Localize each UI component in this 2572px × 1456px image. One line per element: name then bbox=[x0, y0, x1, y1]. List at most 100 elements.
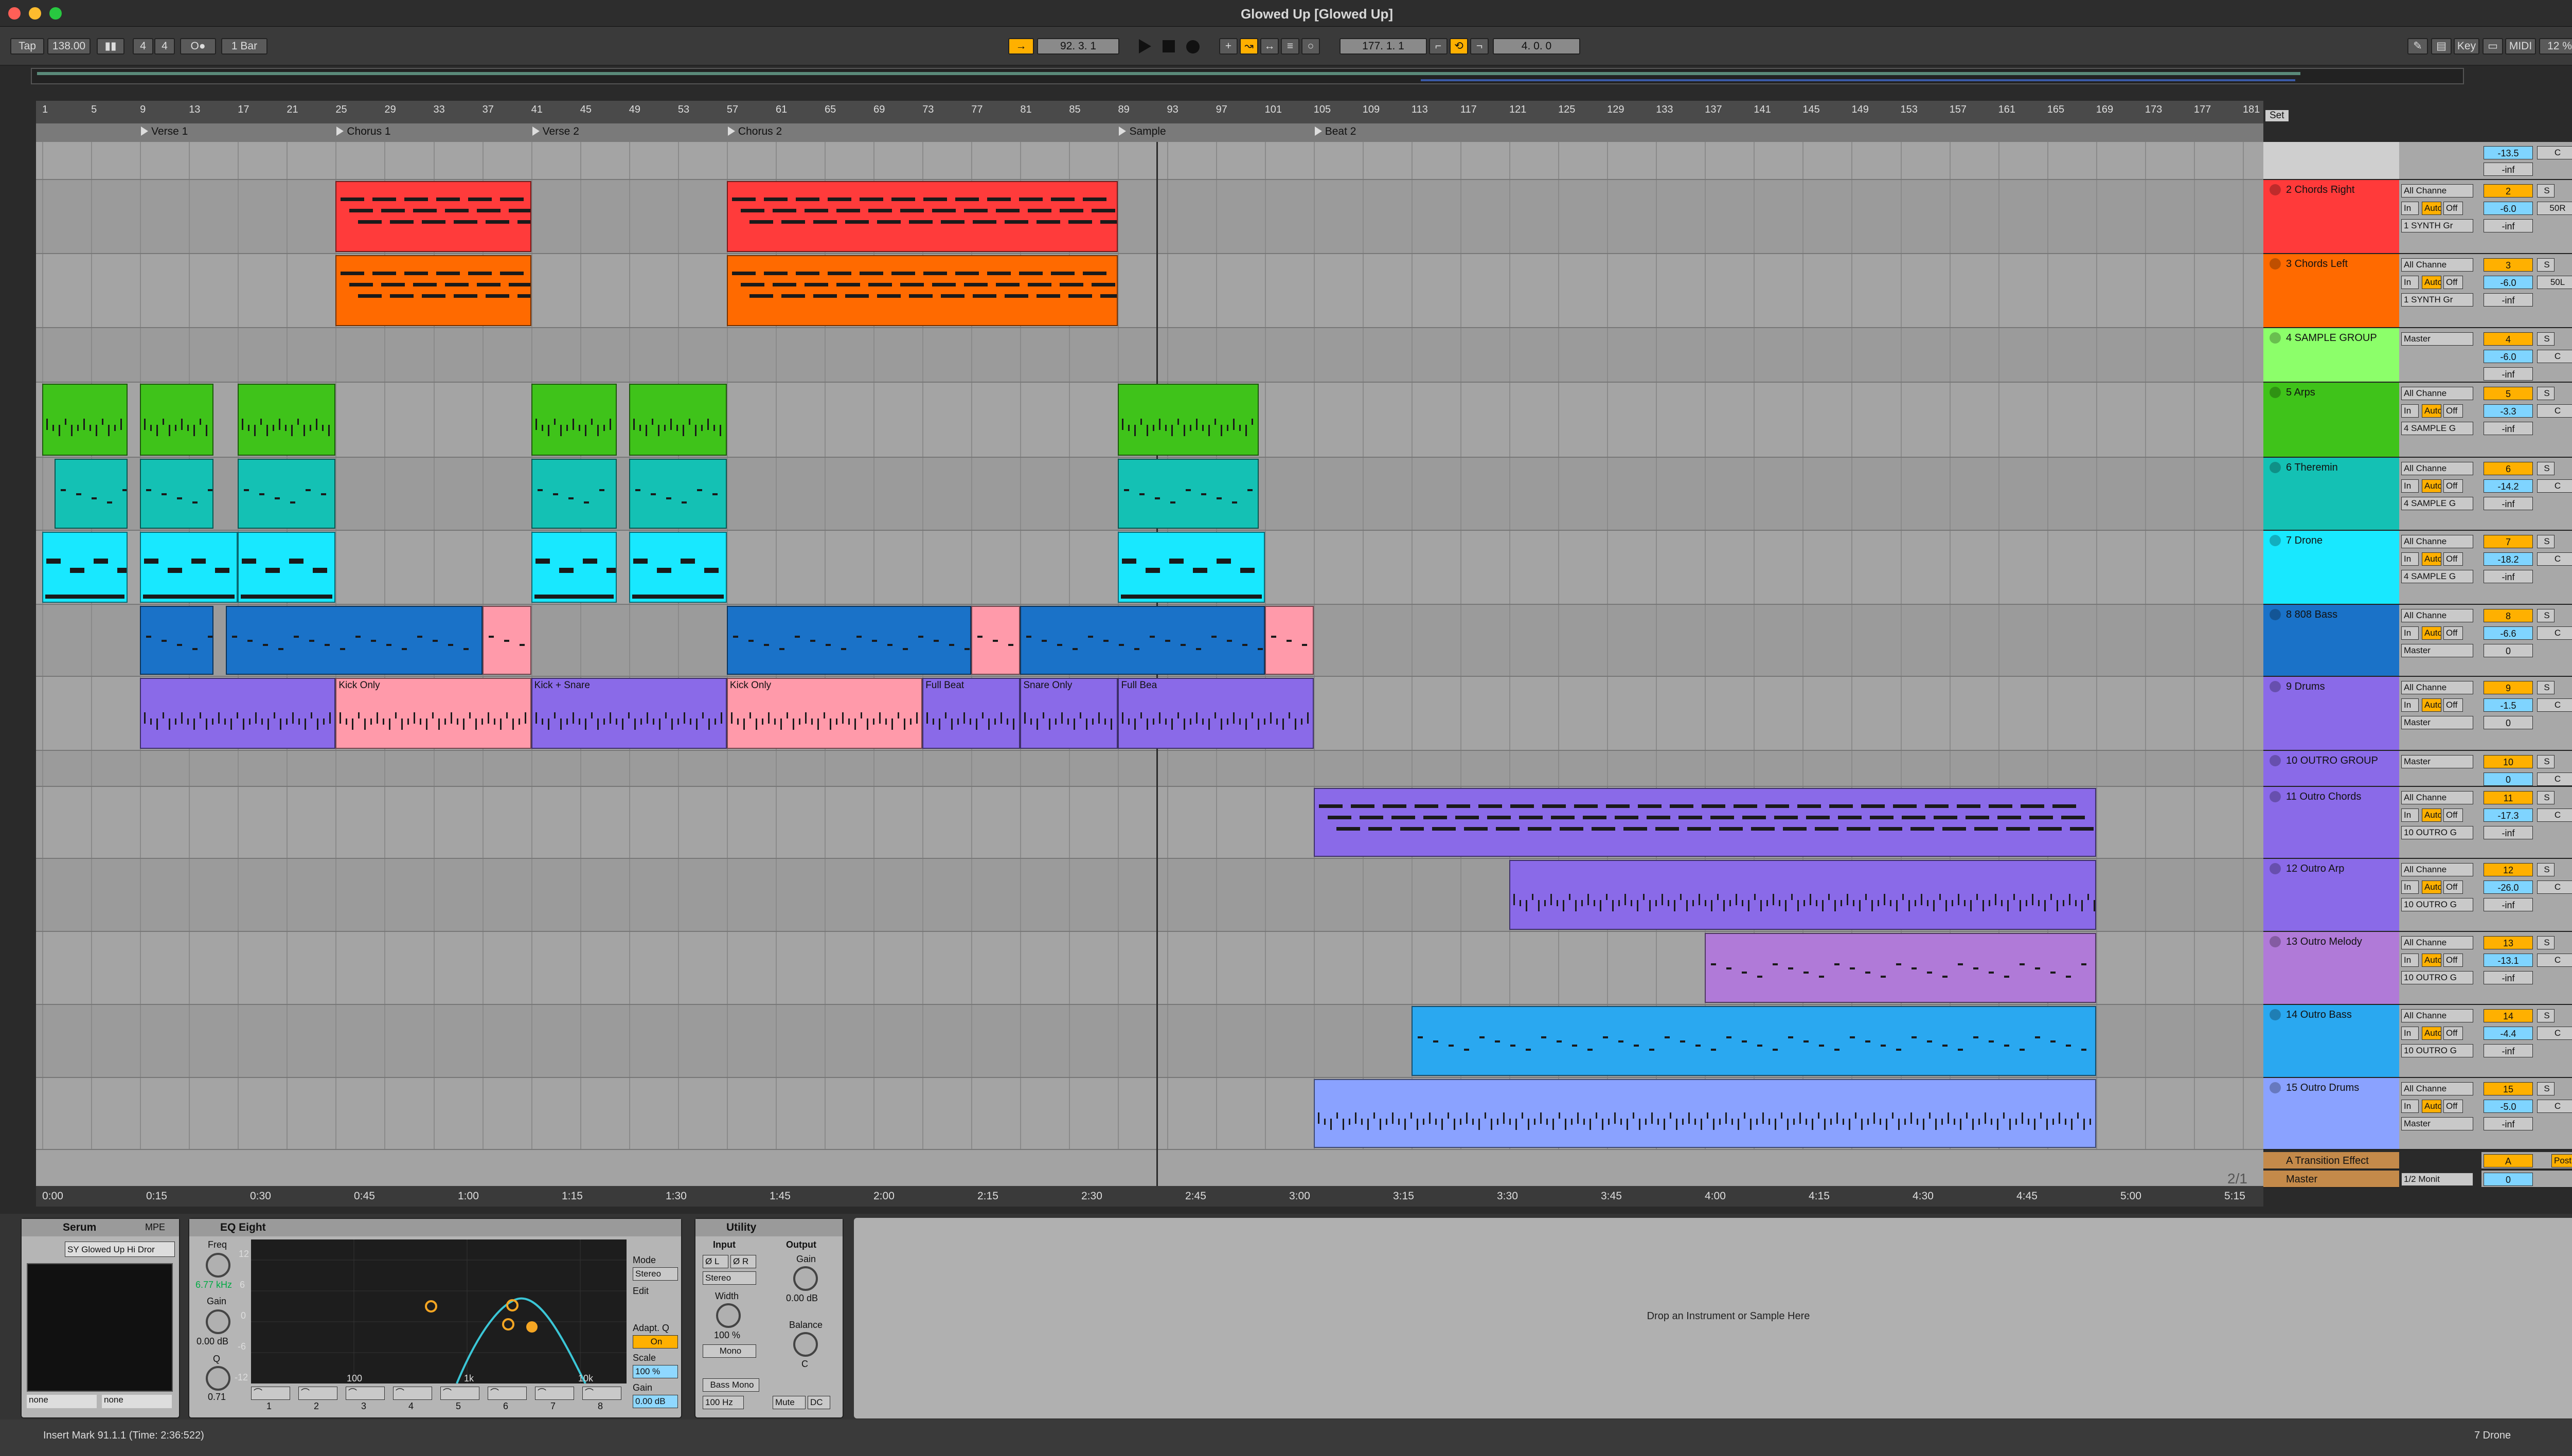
track-header[interactable]: 13 Outro Melody bbox=[2263, 932, 2399, 1005]
track-activator-button[interactable]: 2 bbox=[2484, 184, 2533, 197]
track-header[interactable]: 12 Outro Arp bbox=[2263, 859, 2399, 932]
track-name[interactable]: 2 Chords Right bbox=[2286, 184, 2354, 196]
track-name[interactable]: 5 Arps bbox=[2286, 387, 2315, 399]
monitor-off-button[interactable]: Off bbox=[2443, 1027, 2463, 1040]
pan-field[interactable]: C bbox=[2537, 772, 2572, 786]
midi-clip[interactable] bbox=[335, 255, 531, 326]
track-name[interactable]: 13 Outro Melody bbox=[2286, 936, 2362, 948]
output-routing-select[interactable]: Master bbox=[2401, 1117, 2473, 1130]
input-type-select[interactable]: All Channe bbox=[2401, 462, 2473, 475]
monitor-in-button[interactable]: In bbox=[2401, 698, 2419, 712]
quantization-menu[interactable]: 1 Bar bbox=[221, 38, 267, 55]
monitor-in-button[interactable]: In bbox=[2401, 202, 2419, 215]
monitor-in-button[interactable]: In bbox=[2401, 880, 2419, 894]
output-routing-select[interactable]: 1 SYNTH Gr bbox=[2401, 293, 2473, 307]
pan-field[interactable]: C bbox=[2537, 954, 2572, 967]
pan-field[interactable]: C bbox=[2537, 808, 2572, 822]
output-routing-select[interactable]: 1 SYNTH Gr bbox=[2401, 219, 2473, 232]
midi-clip[interactable] bbox=[140, 532, 238, 603]
monitor-off-button[interactable]: Off bbox=[2443, 954, 2463, 967]
track-name[interactable]: 14 Outro Bass bbox=[2286, 1009, 2352, 1021]
track-name[interactable]: 11 Outro Chords bbox=[2286, 791, 2361, 803]
midi-clip[interactable] bbox=[238, 459, 336, 529]
track-header[interactable]: 8 808 Bass bbox=[2263, 605, 2399, 677]
locator-marker[interactable]: Sample bbox=[1118, 125, 1166, 138]
eq-band-4[interactable]: ⌒ 4 bbox=[393, 1387, 434, 1413]
solo-button[interactable]: S bbox=[2537, 535, 2555, 548]
pan-field[interactable]: C bbox=[2537, 552, 2572, 566]
tap-button[interactable]: Tap bbox=[10, 38, 44, 55]
input-type-select[interactable]: All Channe bbox=[2401, 258, 2473, 272]
output-routing-select[interactable]: 4 SAMPLE G bbox=[2401, 570, 2473, 583]
monitor-off-button[interactable]: Off bbox=[2443, 626, 2463, 640]
track-fold-icon[interactable] bbox=[2270, 609, 2281, 620]
loop-toggle-icon[interactable]: ⟲ bbox=[1450, 38, 1468, 55]
track-header[interactable]: 2 Chords Right bbox=[2263, 180, 2399, 254]
track-header[interactable]: 4 SAMPLE GROUP bbox=[2263, 328, 2399, 383]
input-type-select[interactable]: All Channe bbox=[2401, 609, 2473, 622]
width-value[interactable]: 100 % bbox=[714, 1330, 740, 1341]
filter-type-icon[interactable]: ⌒ bbox=[535, 1387, 574, 1400]
track-activator-button[interactable]: 4 bbox=[2484, 332, 2533, 346]
play-icon[interactable] bbox=[1139, 39, 1151, 53]
monitor-in-button[interactable]: In bbox=[2401, 552, 2419, 566]
track-activator-button[interactable]: 7 bbox=[2484, 535, 2533, 548]
solo-button[interactable]: S bbox=[2537, 863, 2555, 876]
volume-field[interactable]: -6.0 bbox=[2484, 350, 2533, 363]
volume-field[interactable]: -13.5 bbox=[2484, 146, 2533, 159]
monitor-auto-button[interactable]: Auto bbox=[2422, 552, 2441, 566]
return-activator[interactable]: A bbox=[2484, 1154, 2533, 1167]
monitor-auto-button[interactable]: Auto bbox=[2422, 1100, 2441, 1113]
phase-right-toggle[interactable]: Ø R bbox=[730, 1255, 756, 1268]
monitor-off-button[interactable]: Off bbox=[2443, 880, 2463, 894]
track-fold-icon[interactable] bbox=[2270, 681, 2281, 692]
track-fold-icon[interactable] bbox=[2270, 1009, 2281, 1020]
track-activator-button[interactable]: 10 bbox=[2484, 755, 2533, 768]
solo-button[interactable]: S bbox=[2537, 1009, 2555, 1022]
eq-q-value[interactable]: 0.71 bbox=[208, 1392, 226, 1403]
output-routing-select[interactable]: 10 OUTRO G bbox=[2401, 1044, 2473, 1057]
volume-field[interactable]: -6.0 bbox=[2484, 202, 2533, 215]
bass-mono-freq[interactable]: 100 Hz bbox=[703, 1396, 744, 1409]
eq-q-knob[interactable] bbox=[206, 1366, 230, 1391]
monitor-auto-button[interactable]: Auto bbox=[2422, 808, 2441, 822]
locator-strip[interactable]: Verse 1 Chorus 1 Verse 2 Chorus 2 Sample Beat… bbox=[36, 123, 2263, 142]
bass-mono-toggle[interactable]: Bass Mono bbox=[703, 1378, 759, 1392]
serum-preset[interactable]: SY Glowed Up Hi Dror bbox=[65, 1242, 175, 1257]
midi-clip[interactable] bbox=[140, 384, 213, 456]
filter-type-icon[interactable]: ⌒ bbox=[582, 1387, 621, 1400]
monitor-off-button[interactable]: Off bbox=[2443, 479, 2463, 493]
midi-clip[interactable] bbox=[726, 255, 1118, 326]
track-activator-button[interactable]: 15 bbox=[2484, 1082, 2533, 1095]
macro-none-1[interactable]: none bbox=[27, 1395, 97, 1408]
solo-button[interactable]: S bbox=[2537, 609, 2555, 622]
follow-icon[interactable]: → bbox=[1008, 38, 1034, 55]
midi-clip[interactable] bbox=[1264, 606, 1314, 675]
midi-clip[interactable] bbox=[1020, 606, 1265, 675]
track-fold-icon[interactable] bbox=[2270, 1082, 2281, 1093]
return-track-header[interactable]: A Transition Effect bbox=[2263, 1152, 2399, 1170]
volume-field[interactable]: -6.0 bbox=[2484, 276, 2533, 289]
balance-knob[interactable] bbox=[793, 1332, 818, 1357]
pan-field[interactable]: 50R bbox=[2537, 202, 2572, 215]
time-signature-denominator[interactable]: 4 bbox=[154, 38, 175, 55]
eq-curve-display[interactable] bbox=[251, 1239, 627, 1383]
filter-type-icon[interactable]: ⌒ bbox=[298, 1387, 337, 1400]
eq-gain-knob[interactable] bbox=[206, 1309, 230, 1334]
mute-toggle[interactable]: Mute bbox=[773, 1396, 806, 1409]
midi-clip[interactable] bbox=[531, 384, 617, 456]
eq-band-7[interactable]: ⌒ 7 bbox=[535, 1387, 576, 1413]
track-header[interactable] bbox=[2263, 142, 2399, 180]
monitor-auto-button[interactable]: Auto bbox=[2422, 880, 2441, 894]
midi-clip[interactable] bbox=[726, 606, 972, 675]
eq-band-6[interactable]: ⌒ 6 bbox=[488, 1387, 529, 1413]
monitor-in-button[interactable]: In bbox=[2401, 1027, 2419, 1040]
mono-toggle[interactable]: Mono bbox=[703, 1344, 756, 1358]
eq-adapt-toggle[interactable]: On bbox=[633, 1335, 678, 1349]
capture-midi-icon[interactable]: ≡ bbox=[1281, 38, 1299, 55]
balance-value[interactable]: C bbox=[801, 1359, 808, 1370]
monitor-in-button[interactable]: In bbox=[2401, 276, 2419, 289]
volume-field[interactable]: -4.4 bbox=[2484, 1027, 2533, 1040]
return-track-name[interactable]: A Transition Effect bbox=[2286, 1155, 2369, 1167]
midi-clip[interactable] bbox=[140, 459, 213, 529]
